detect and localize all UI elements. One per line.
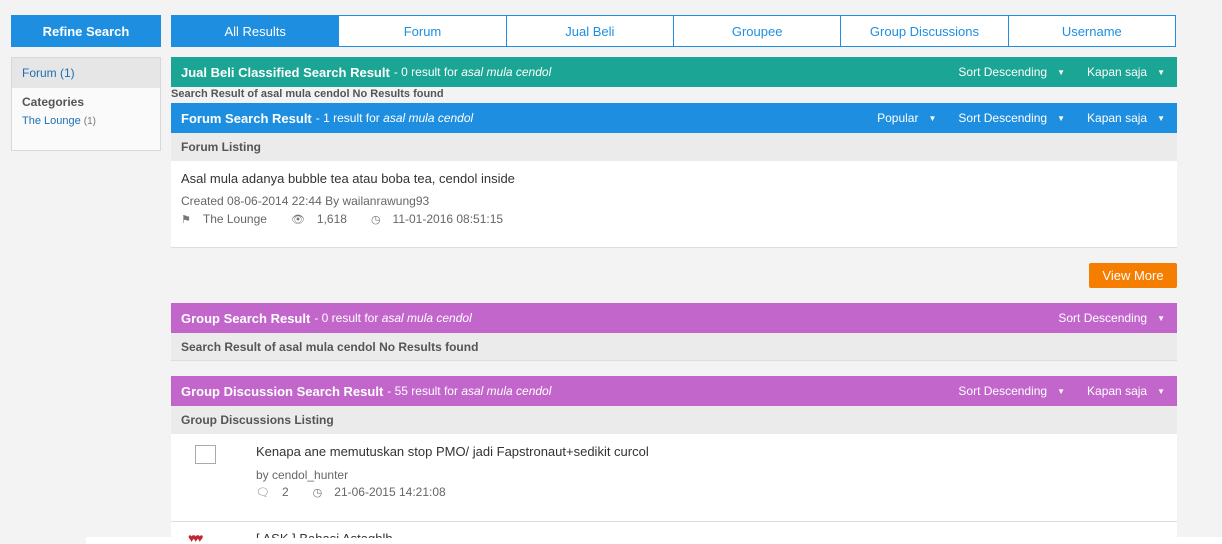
group-discussion-sort-dropdown[interactable]: Sort Descending ▼: [958, 384, 1065, 398]
forum-sort-label: Sort Descending: [958, 111, 1048, 125]
group-discussion-item-comments: 2: [281, 485, 289, 499]
forum-thread-title[interactable]: Asal mula adanya bubble tea atau boba te…: [181, 171, 1167, 186]
group-discussion-header: Group Discussion Search Result - 55 resu…: [171, 376, 1177, 406]
caret-down-icon: ▼: [1157, 386, 1165, 396]
caret-down-icon: ▼: [1057, 113, 1066, 123]
forum-sort-dropdown[interactable]: Sort Descending ▼: [958, 111, 1065, 125]
forum-thread-card: Asal mula adanya bubble tea atau boba te…: [171, 161, 1177, 248]
caret-down-icon: ▼: [1157, 113, 1165, 123]
forum-thread-last-post: 11-01-2016 08:51:15: [392, 212, 504, 226]
forum-title: Forum Search Result: [181, 110, 312, 126]
forum-query: asal mula cendol: [383, 111, 474, 125]
group-discussion-item-stats: 🗨 2 ◷ 21-06-2015 14:21:08: [256, 485, 649, 499]
jualbeli-summary: - 0 result for asal mula cendol: [394, 65, 551, 79]
group-sort-dropdown[interactable]: Sort Descending ▼: [1058, 311, 1165, 325]
jualbeli-count: - 0 result for: [393, 65, 458, 79]
group-discussions-listing-band: Group Discussions Listing: [171, 406, 1177, 434]
forum-thread-created: Created 08-06-2014 22:44 By wailanrawung…: [181, 194, 430, 208]
group-query: asal mula cendol: [381, 311, 472, 325]
refine-search-button[interactable]: Refine Search: [11, 15, 161, 47]
forum-count: - 1 result for: [315, 111, 380, 125]
group-no-result-band: Search Result of asal mula cendol No Res…: [171, 333, 1177, 361]
tab-all-results[interactable]: All Results: [172, 16, 340, 46]
footer-strip: [86, 537, 1222, 544]
forum-popular-label: Popular: [877, 111, 919, 125]
broken-image-thumbnail[interactable]: [195, 445, 216, 464]
tab-forum[interactable]: Forum: [339, 16, 507, 46]
jualbeli-sort-label: Sort Descending: [958, 65, 1048, 79]
clock-icon: ◷: [312, 486, 323, 499]
group-discussion-summary: - 55 result for asal mula cendol: [387, 384, 551, 398]
clock-icon: ◷: [370, 213, 381, 226]
jualbeli-header: Jual Beli Classified Search Result - 0 r…: [171, 57, 1177, 87]
caret-down-icon: ▼: [1057, 386, 1066, 396]
caret-down-icon: ▼: [1057, 67, 1066, 77]
forum-thread-category[interactable]: The Lounge: [203, 212, 267, 226]
group-summary: - 0 result for asal mula cendol: [314, 311, 471, 325]
group-sort-label: Sort Descending: [1058, 311, 1148, 325]
eye-icon: 👁: [290, 213, 305, 226]
category-the-lounge[interactable]: The Lounge (1): [12, 109, 160, 127]
forum-time-label: Kapan saja: [1087, 111, 1148, 125]
forum-summary: - 1 result for asal mula cendol: [316, 111, 473, 125]
caret-down-icon: ▼: [1157, 67, 1165, 77]
group-discussion-item-2-title[interactable]: [ ASK ] Bahasi Astaghlh: [256, 532, 393, 538]
group-discussion-query: asal mula cendol: [461, 384, 552, 398]
jualbeli-time-dropdown[interactable]: Kapan saja ▼: [1087, 65, 1165, 79]
categories-heading: Categories: [22, 95, 85, 109]
group-discussion-time-label: Kapan saja: [1087, 384, 1148, 398]
hearts-thumbnail[interactable]: ♥♥♥: [188, 531, 203, 544]
view-more-button[interactable]: View More: [1089, 263, 1177, 288]
category-count: (1): [83, 116, 97, 127]
sidebar-forum-filter[interactable]: Forum (1): [12, 58, 160, 88]
forum-thread-views: 1,618: [316, 212, 347, 226]
forum-header: Forum Search Result - 1 result for asal …: [171, 103, 1177, 133]
refine-panel: Forum (1) Categories The Lounge (1): [11, 57, 161, 151]
group-discussion-count: - 55 result for: [387, 384, 458, 398]
jualbeli-title: Jual Beli Classified Search Result: [181, 64, 390, 80]
jualbeli-time-label: Kapan saja: [1087, 65, 1148, 79]
group-header: Group Search Result - 0 result for asal …: [171, 303, 1177, 333]
category-label[interactable]: The Lounge: [22, 115, 81, 127]
forum-thread-stats: ⚑ The Lounge 👁 1,618 ◷ 11-01-2016 08:51:15: [181, 212, 1167, 226]
tab-group-discussions[interactable]: Group Discussions: [841, 16, 1009, 46]
tags-icon: ⚑: [181, 213, 191, 226]
group-title: Group Search Result: [181, 310, 311, 326]
group-discussion-sort-label: Sort Descending: [958, 384, 1048, 398]
caret-down-icon: ▼: [928, 113, 937, 123]
forum-listing-band: Forum Listing: [171, 133, 1177, 161]
group-count: - 0 result for: [314, 311, 379, 325]
tab-username[interactable]: Username: [1009, 16, 1175, 46]
tab-jual-beli[interactable]: Jual Beli: [507, 16, 674, 46]
group-discussion-item-time: 21-06-2015 14:21:08: [334, 485, 446, 499]
forum-time-dropdown[interactable]: Kapan saja ▼: [1087, 111, 1165, 125]
result-tabs: All Results Forum Jual Beli Groupee Grou…: [171, 15, 1176, 47]
group-discussion-card: Kenapa ane memutuskan stop PMO/ jadi Fap…: [171, 434, 1177, 522]
forum-popular-dropdown[interactable]: Popular ▼: [877, 111, 936, 125]
group-discussion-title: Group Discussion Search Result: [181, 383, 384, 399]
group-discussion-item-title[interactable]: Kenapa ane memutuskan stop PMO/ jadi Fap…: [256, 444, 649, 459]
caret-down-icon: ▼: [1157, 313, 1165, 323]
group-discussion-time-dropdown[interactable]: Kapan saja ▼: [1087, 384, 1165, 398]
jualbeli-query: asal mula cendol: [461, 65, 552, 79]
group-discussion-item-author: by cendol_hunter: [256, 468, 349, 482]
jualbeli-no-result: Search Result of asal mula cendol No Res…: [171, 88, 444, 100]
jualbeli-sort-dropdown[interactable]: Sort Descending ▼: [958, 65, 1065, 79]
tab-groupee[interactable]: Groupee: [674, 16, 842, 46]
comment-icon: 🗨: [256, 486, 270, 499]
